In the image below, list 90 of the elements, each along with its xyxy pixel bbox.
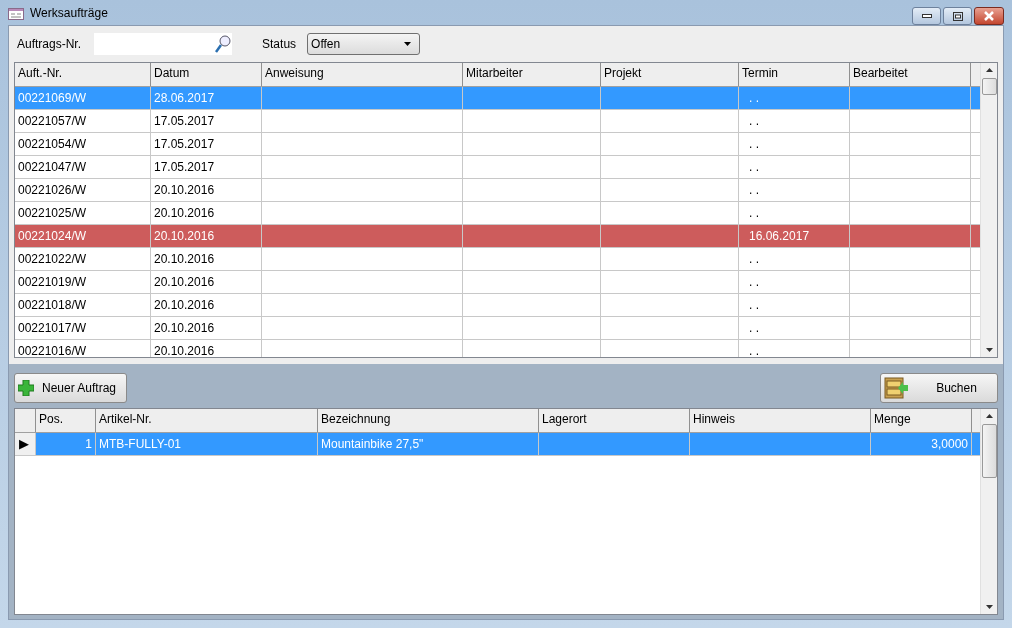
table-cell: MTB-FULLY-01 <box>99 437 182 451</box>
table-cell: 20.10.2016 <box>154 298 215 312</box>
table-cell: . . <box>749 137 759 151</box>
column-header[interactable]: Artikel-Nr. <box>96 409 318 432</box>
column-header[interactable]: Hinweis <box>690 409 871 432</box>
table-cell: . . <box>749 298 759 312</box>
column-header[interactable]: Pos. <box>36 409 96 432</box>
table-cell: 20.10.2016 <box>154 275 215 289</box>
table-cell: . . <box>749 114 759 128</box>
column-header[interactable]: Datum <box>151 63 262 86</box>
table-cell: . . <box>749 206 759 220</box>
table-cell: . . <box>749 252 759 266</box>
new-order-button[interactable]: Neuer Auftrag <box>14 373 128 403</box>
status-label: Status <box>262 37 297 51</box>
search-icon[interactable] <box>215 35 232 53</box>
column-header[interactable]: Auft.-Nr. <box>15 63 151 86</box>
table-cell: 00221016/W <box>18 344 87 357</box>
window-icon <box>8 7 24 20</box>
current-row-marker: ▶ <box>19 436 29 451</box>
window-title: Werksaufträge <box>30 5 108 20</box>
table-cell: . . <box>749 275 759 289</box>
column-header[interactable]: Projekt <box>601 63 739 86</box>
order-number-field[interactable] <box>94 33 233 55</box>
minimize-icon <box>921 14 932 18</box>
table-cell: . . <box>749 91 759 105</box>
table-cell: 00221022/W <box>18 252 87 266</box>
scrollbar[interactable] <box>980 409 997 614</box>
scroll-down-icon[interactable] <box>985 348 993 352</box>
table-cell: 20.10.2016 <box>154 344 215 357</box>
table-cell: . . <box>749 344 759 357</box>
table-cell: . . <box>749 321 759 335</box>
order-row[interactable]: 00221026/W 20.10.2016 . . <box>15 179 980 202</box>
column-header[interactable]: Bezeichnung <box>318 409 539 432</box>
status-dropdown[interactable]: Offen <box>307 33 421 55</box>
item-row[interactable]: ▶ 1 MTB-FULLY-01 Mountainbike 27,5" 3,0000 <box>15 433 980 456</box>
table-cell: 17.05.2017 <box>154 160 215 174</box>
table-cell: 28.06.2017 <box>154 91 215 105</box>
column-header[interactable]: Mitarbeiter <box>463 63 601 86</box>
close-icon <box>983 11 995 21</box>
scroll-up-icon[interactable] <box>985 414 993 418</box>
table-cell: . . <box>749 160 759 174</box>
order-row[interactable]: 00221054/W 17.05.2017 . . <box>15 133 980 156</box>
scrollbar-thumb[interactable] <box>981 424 997 478</box>
table-cell: 20.10.2016 <box>154 321 215 335</box>
column-header[interactable]: Menge <box>871 409 972 432</box>
order-number-label: Auftrags-Nr. <box>17 37 82 51</box>
order-row[interactable]: 00221057/W 17.05.2017 . . <box>15 110 980 133</box>
order-row[interactable]: 00221019/W 20.10.2016 . . <box>15 271 980 294</box>
scrollbar-thumb[interactable] <box>981 78 997 95</box>
order-row[interactable]: 00221047/W 17.05.2017 . . <box>15 156 980 179</box>
maximize-icon <box>952 11 963 21</box>
table-cell: 3,0000 <box>931 437 968 451</box>
table-cell: 16.06.2017 <box>749 229 810 243</box>
table-cell: 20.10.2016 <box>154 206 215 220</box>
table-cell: 1 <box>85 437 92 451</box>
maximize-button[interactable] <box>943 7 972 25</box>
table-cell: 00221024/W <box>18 229 87 243</box>
column-header[interactable]: Lagerort <box>539 409 690 432</box>
column-header[interactable]: Bearbeitet <box>850 63 971 86</box>
table-cell: 00221047/W <box>18 160 87 174</box>
table-cell: 00221017/W <box>18 321 87 335</box>
scroll-up-icon[interactable] <box>985 68 993 72</box>
table-cell: 00221019/W <box>18 275 87 289</box>
dropdown-caret-icon <box>404 42 412 46</box>
table-cell: Mountainbike 27,5" <box>321 437 424 451</box>
table-cell: 00221025/W <box>18 206 87 220</box>
order-row[interactable]: 00221017/W 20.10.2016 . . <box>15 317 980 340</box>
order-row[interactable]: 00221022/W 20.10.2016 . . <box>15 248 980 271</box>
close-button[interactable] <box>974 7 1004 25</box>
table-cell: 00221057/W <box>18 114 87 128</box>
book-button[interactable]: Buchen <box>880 373 998 403</box>
cabinet-icon <box>884 377 908 399</box>
table-cell: 00221069/W <box>18 91 87 105</box>
table-cell: 00221018/W <box>18 298 87 312</box>
table-cell: 00221054/W <box>18 137 87 151</box>
scrollbar[interactable] <box>980 63 997 357</box>
table-cell: . . <box>749 183 759 197</box>
minimize-button[interactable] <box>912 7 941 25</box>
order-row[interactable]: 00221024/W 20.10.2016 16.06.2017 <box>15 225 980 248</box>
table-cell: 17.05.2017 <box>154 137 215 151</box>
table-cell: 00221026/W <box>18 183 87 197</box>
column-header[interactable]: Anweisung <box>262 63 463 86</box>
column-header[interactable]: Termin <box>739 63 850 86</box>
table-cell: 20.10.2016 <box>154 183 215 197</box>
scroll-down-icon[interactable] <box>985 605 993 609</box>
table-cell: 17.05.2017 <box>154 114 215 128</box>
plus-icon <box>18 380 34 396</box>
order-row[interactable]: 00221018/W 20.10.2016 . . <box>15 294 980 317</box>
table-cell: 20.10.2016 <box>154 229 215 243</box>
table-cell: 20.10.2016 <box>154 252 215 266</box>
